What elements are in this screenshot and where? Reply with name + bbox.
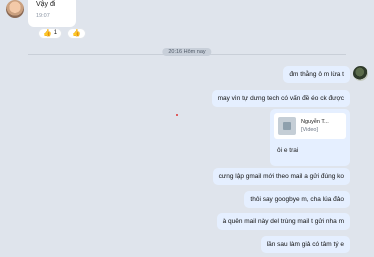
outgoing-message[interactable]: à quên mail này del trùng mail t gửi nha… <box>216 213 350 230</box>
user-avatar[interactable] <box>353 66 368 81</box>
video-thumbnail-icon <box>278 117 296 135</box>
outgoing-message[interactable]: cưng lập gmail mới theo mail a gửi đúng … <box>212 168 350 185</box>
contact-avatar[interactable] <box>6 0 24 18</box>
incoming-message[interactable]: Vậy đi 19:07 <box>28 0 76 27</box>
time-divider-label: 20:16 Hôm nay <box>162 48 212 56</box>
incoming-message-text: Vậy đi <box>36 1 56 8</box>
file-type: [Video] <box>301 127 319 133</box>
incoming-message-time: 19:07 <box>36 13 50 19</box>
like-icon: 👍 <box>43 30 52 37</box>
file-caption: ôi e trai <box>277 147 299 154</box>
outgoing-message[interactable]: thôi say googbye m, cha lúa đảo <box>244 191 350 208</box>
like-icon: 👍 <box>72 30 81 37</box>
cursor-dot <box>176 114 178 116</box>
reaction-count: 1 <box>53 30 58 36</box>
file-name: Nguyễn T... <box>301 119 329 125</box>
file-attachment[interactable]: Nguyễn T... [Video] <box>274 113 346 139</box>
chat-area: Vậy đi 19:07 👍 1 👍 20:16 Hôm nay đm thằn… <box>0 0 374 257</box>
reactions-bar: 👍 1 👍 <box>38 28 86 39</box>
reaction-add[interactable]: 👍 <box>67 28 86 39</box>
outgoing-message[interactable]: đm thằng ô m lừa t <box>283 66 350 83</box>
outgoing-message[interactable]: lần sau làm giả có tâm tý e <box>260 236 350 253</box>
file-attachment-message[interactable]: Nguyễn T... [Video] ôi e trai <box>270 109 350 166</box>
reaction-like[interactable]: 👍 1 <box>38 28 63 39</box>
outgoing-message[interactable]: may vìn tự dưng tech có vấn đề éo ck đượ… <box>211 90 350 107</box>
